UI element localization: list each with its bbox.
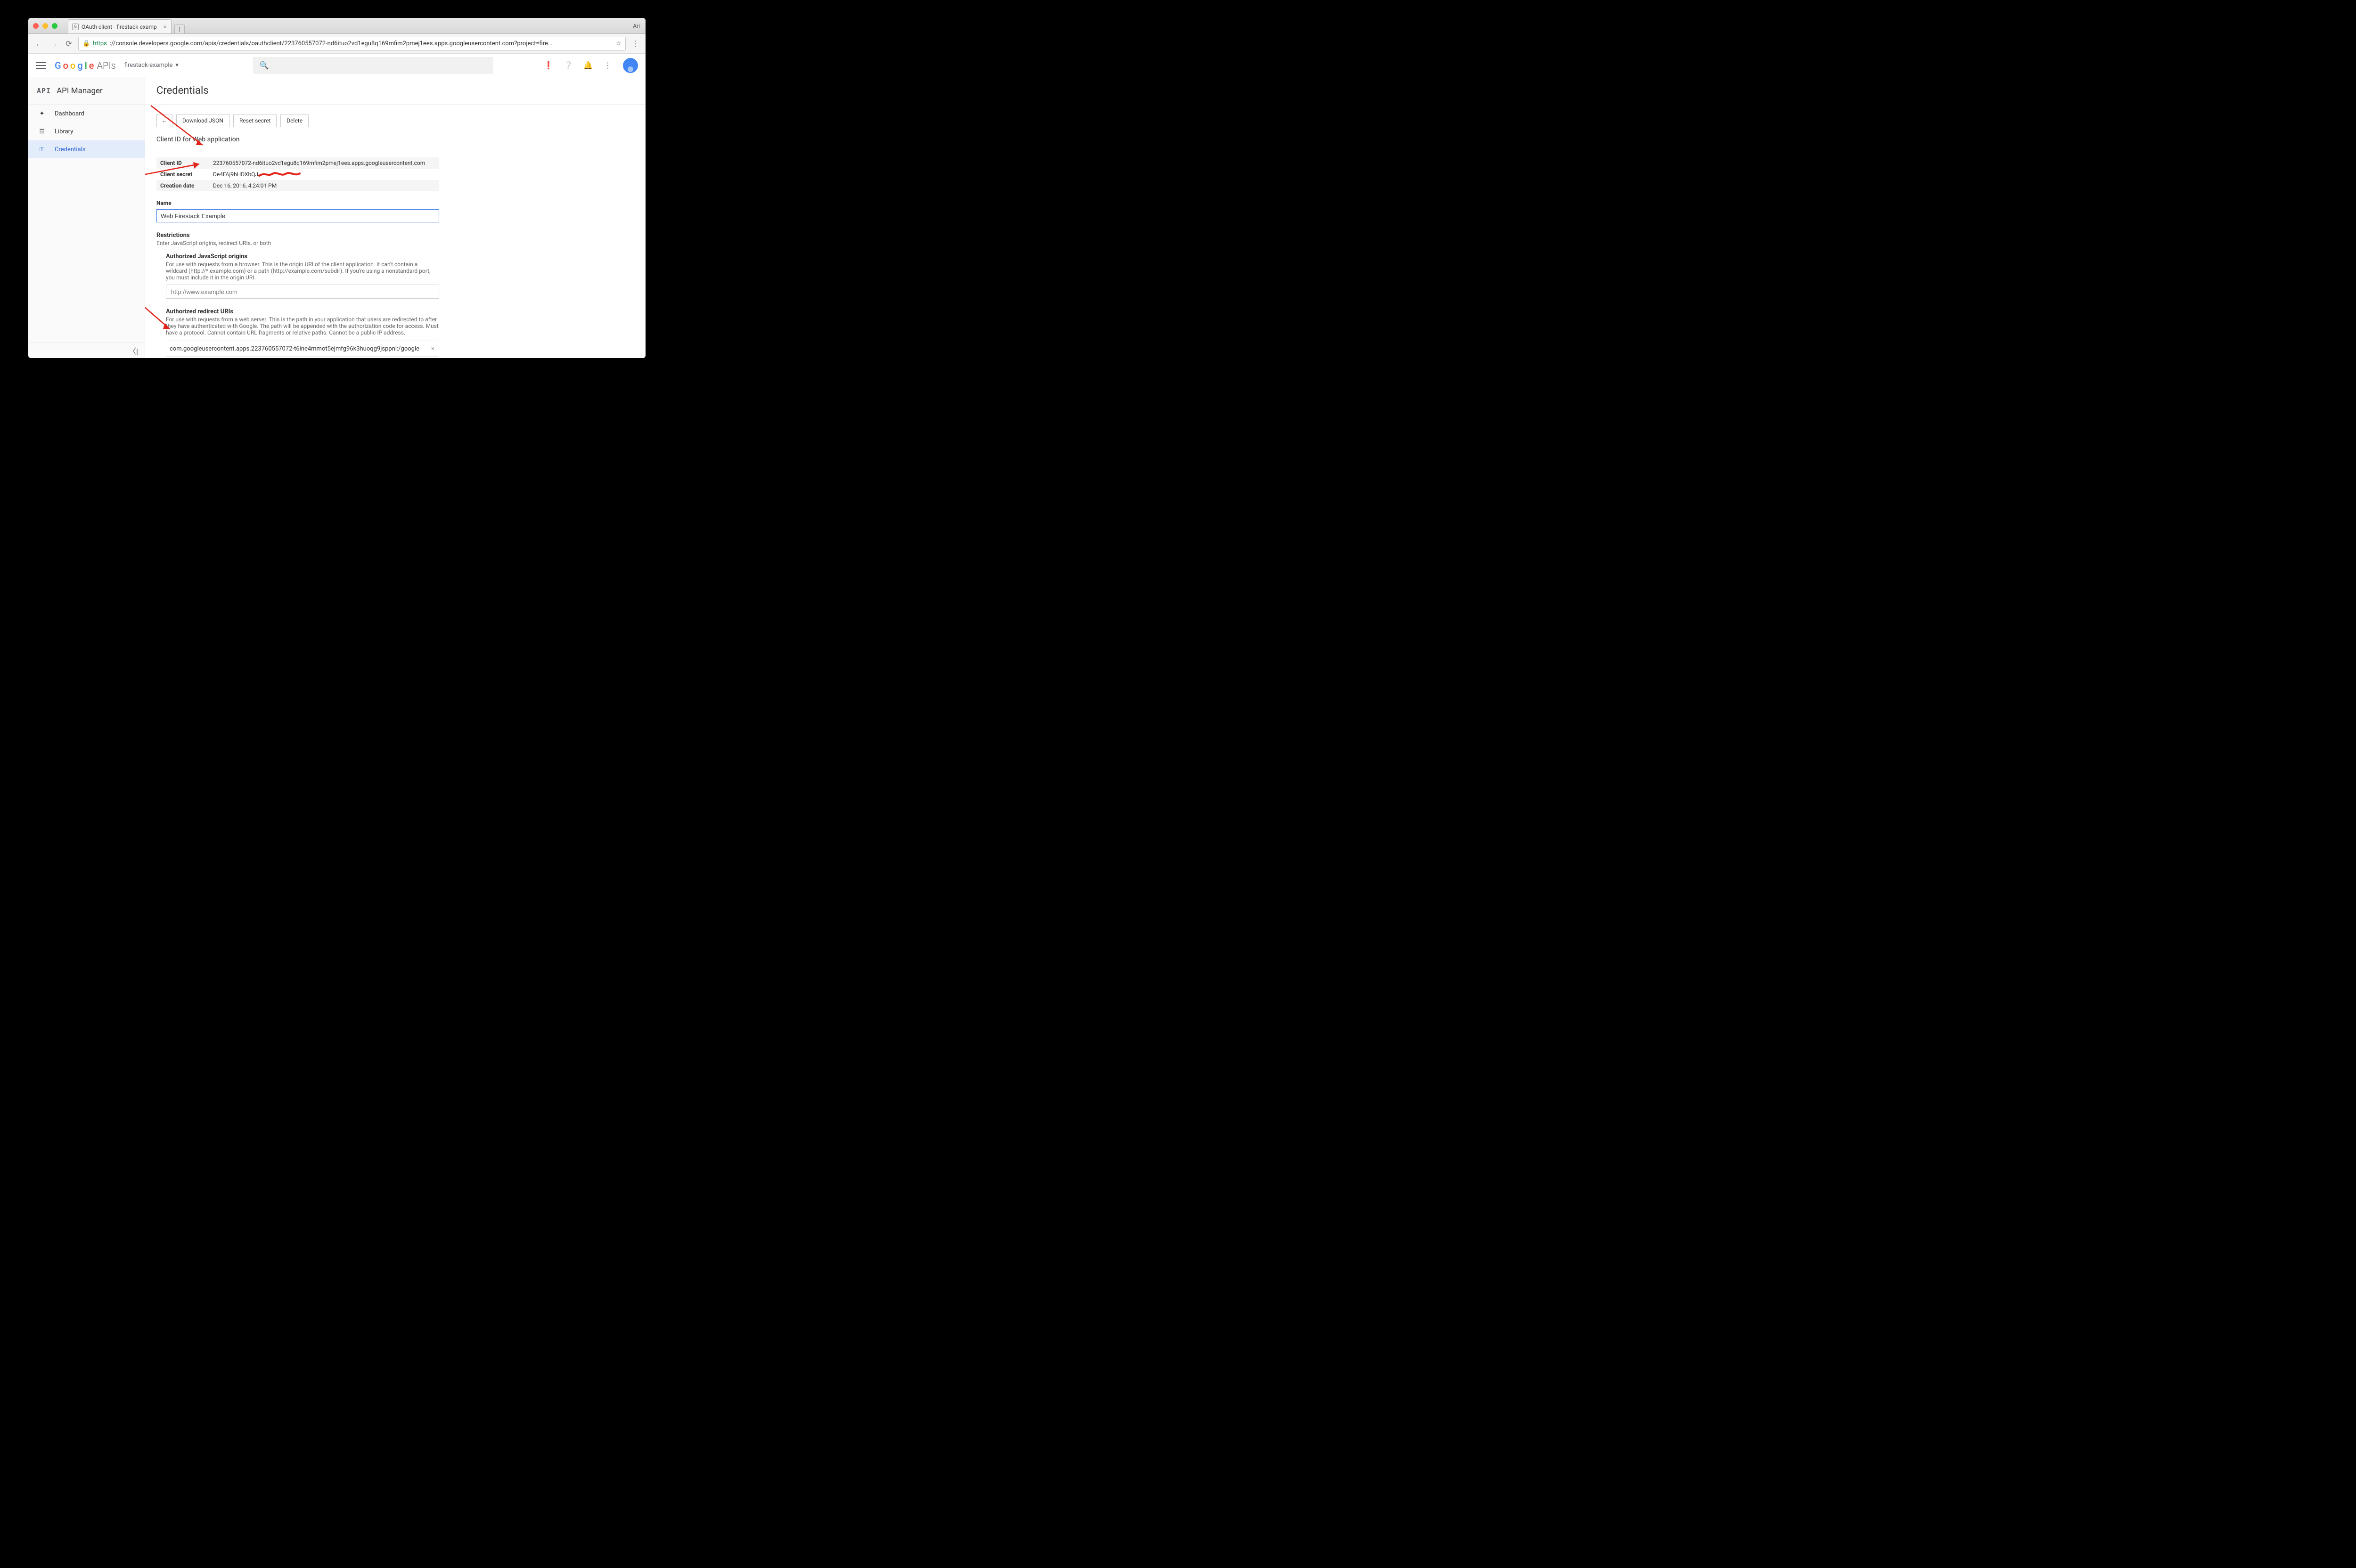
help-icon[interactable]: ❔ — [564, 61, 573, 70]
tab-title: OAuth client - firestack-examp — [82, 24, 157, 30]
creation-date-value: Dec 16, 2016, 4:24:01 PM — [213, 182, 277, 189]
tab-favicon: G — [72, 24, 79, 30]
sidebar-item-credentials[interactable]: ⚿ Credentials — [28, 140, 145, 158]
chrome-profile-label[interactable]: Ari — [633, 23, 640, 29]
redirect-uri-row: com.googleusercontent.apps.223760557072-… — [166, 341, 439, 357]
client-secret-value: De4FAj9hHDXbQJ — [213, 171, 301, 178]
redirect-uris-heading: Authorized redirect URIs — [166, 308, 634, 315]
app-header: Google APIs firestack-example ▾ 🔍 ❗ ❔ 🔔 … — [28, 54, 646, 77]
chevron-down-icon: ▾ — [175, 62, 179, 69]
search-icon: 🔍 — [260, 61, 269, 70]
menu-icon[interactable] — [36, 60, 46, 71]
delete-button[interactable]: Delete — [280, 114, 309, 127]
name-label: Name — [156, 200, 634, 206]
close-icon[interactable]: × — [164, 24, 166, 30]
sidebar-title: API API Manager — [28, 77, 145, 105]
new-tab-button[interactable]: ⟩ — [174, 24, 185, 33]
client-id-row: Client ID 223760557072-nd6ituo2vd1egu8q1… — [156, 157, 439, 169]
sidebar-item-dashboard[interactable]: ✦ Dashboard — [28, 105, 145, 122]
project-picker[interactable]: firestack-example ▾ — [124, 62, 179, 69]
sidebar-item-label: Dashboard — [55, 110, 84, 117]
search-box[interactable]: 🔍 — [253, 57, 493, 74]
client-info-table: Client ID 223760557072-nd6ituo2vd1egu8q1… — [156, 157, 439, 191]
window-close-button[interactable] — [33, 23, 39, 29]
browser-toolbar: ← → ⟳ 🔒 https://console.developers.googl… — [28, 34, 646, 54]
api-logo-icon: API — [37, 87, 51, 95]
dashboard-icon: ✦ — [38, 110, 46, 117]
main-area: Credentials ← Download JSON Reset secret… — [145, 77, 646, 358]
url-scheme: https — [93, 40, 107, 47]
sidebar: API API Manager ✦ Dashboard ☲ Library ⚿ … — [28, 77, 145, 358]
annotation-arrow — [147, 102, 213, 154]
restrictions-help: Enter JavaScript origins, redirect URIs,… — [156, 240, 634, 246]
address-bar[interactable]: 🔒 https://console.developers.google.com/… — [78, 37, 626, 51]
sidebar-item-label: Credentials — [55, 146, 85, 153]
forward-button[interactable]: → — [48, 38, 59, 49]
redirect-uris-help: For use with requests from a web server.… — [166, 316, 439, 336]
header-actions: ❗ ❔ 🔔 ⋮ — [544, 58, 638, 73]
avatar[interactable] — [623, 58, 638, 73]
client-secret-label: Client secret — [156, 171, 213, 178]
creation-date-label: Creation date — [156, 182, 213, 189]
alert-icon[interactable]: ❗ — [544, 61, 553, 70]
window-zoom-button[interactable] — [52, 23, 57, 29]
client-type-heading: Client ID for Web application — [156, 136, 634, 143]
js-origins-help: For use with requests from a browser. Th… — [166, 261, 439, 281]
client-id-label: Client ID — [156, 160, 213, 166]
client-secret-row: Client secret De4FAj9hHDXbQJ — [156, 169, 439, 180]
js-origins-section: Authorized JavaScript origins For use wi… — [166, 253, 634, 299]
logo-product-label: APIs — [97, 60, 116, 71]
reload-button[interactable]: ⟳ — [63, 38, 74, 49]
redirect-uri-row: http://localhost/google × — [166, 357, 439, 358]
page-title: Credentials — [145, 77, 646, 105]
name-input[interactable] — [156, 209, 439, 222]
sidebar-item-label: Library — [55, 128, 73, 135]
back-arrow-button[interactable]: ← — [156, 114, 172, 127]
js-origins-heading: Authorized JavaScript origins — [166, 253, 634, 260]
redirect-uri-value: com.googleusercontent.apps.223760557072-… — [170, 345, 419, 352]
lock-icon: 🔒 — [82, 40, 90, 47]
creation-date-row: Creation date Dec 16, 2016, 4:24:01 PM — [156, 180, 439, 191]
redaction-scribble — [258, 171, 301, 178]
action-bar: ← Download JSON Reset secret Delete — [156, 114, 634, 127]
window-minimize-button[interactable] — [42, 23, 48, 29]
js-origin-input[interactable] — [166, 285, 439, 299]
reset-secret-button[interactable]: Reset secret — [233, 114, 277, 127]
star-icon[interactable]: ☆ — [616, 40, 622, 47]
browser-tab[interactable]: G OAuth client - firestack-examp × — [68, 19, 172, 33]
traffic-lights — [28, 23, 57, 29]
chrome-window: G OAuth client - firestack-examp × ⟩ Ari… — [28, 18, 646, 358]
url-rest: ://console.developers.google.com/apis/cr… — [110, 40, 552, 47]
restrictions-heading: Restrictions — [156, 232, 634, 239]
download-json-button[interactable]: Download JSON — [176, 114, 229, 127]
key-icon: ⚿ — [38, 146, 46, 153]
sidebar-collapse-button[interactable]: 〈| — [28, 342, 145, 358]
browser-menu-button[interactable]: ⋮ — [630, 39, 641, 48]
tab-strip: G OAuth client - firestack-examp × ⟩ Ari — [28, 18, 646, 34]
redirect-uris-section: Authorized redirect URIs For use with re… — [166, 308, 634, 358]
library-icon: ☲ — [38, 128, 46, 135]
back-button[interactable]: ← — [33, 38, 44, 49]
client-id-value: 223760557072-nd6ituo2vd1egu8q169mfim2pme… — [213, 160, 425, 166]
page-content: ← Download JSON Reset secret Delete Clie… — [145, 105, 646, 358]
redirect-uri-list: com.googleusercontent.apps.223760557072-… — [166, 341, 634, 358]
sidebar-title-label: API Manager — [57, 86, 103, 96]
google-apis-logo[interactable]: Google APIs — [55, 60, 116, 71]
remove-uri-button[interactable]: × — [426, 345, 439, 352]
chevron-left-icon: 〈| — [129, 345, 138, 356]
overflow-icon[interactable]: ⋮ — [603, 61, 613, 70]
project-name: firestack-example — [124, 62, 173, 69]
notifications-icon[interactable]: 🔔 — [583, 61, 593, 70]
sidebar-item-library[interactable]: ☲ Library — [28, 122, 145, 140]
